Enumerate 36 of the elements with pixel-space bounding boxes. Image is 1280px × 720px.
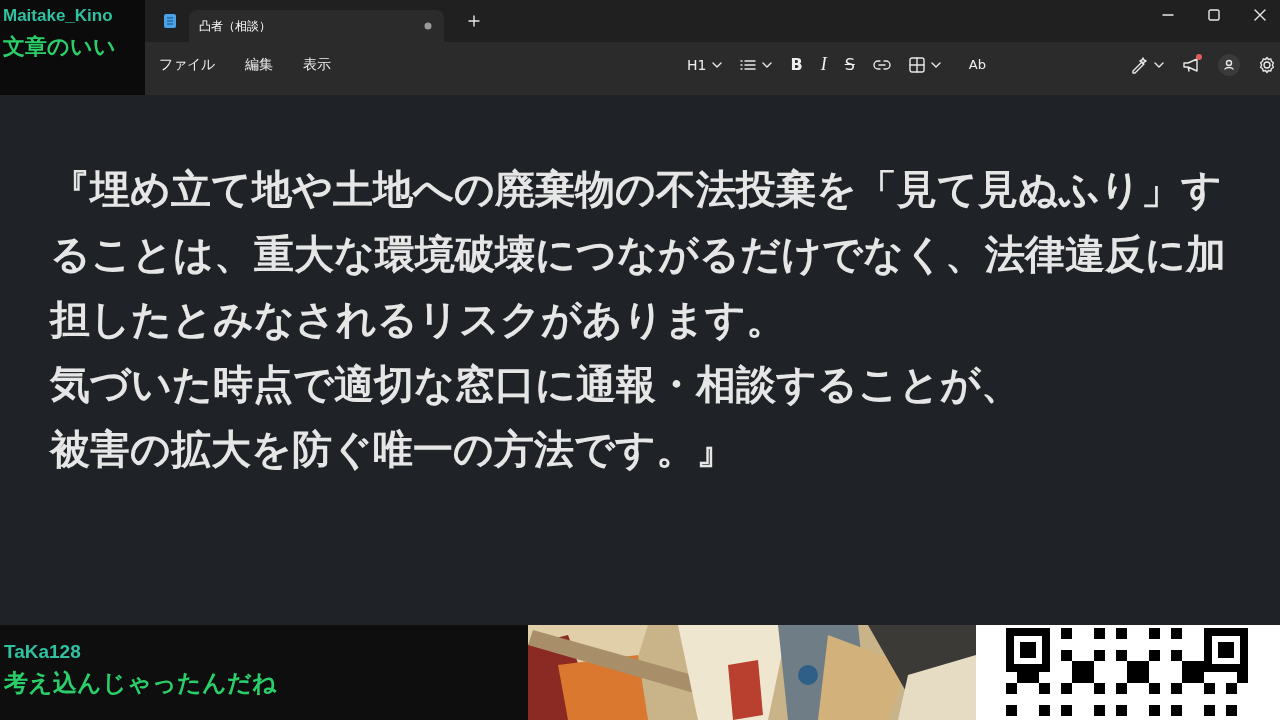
menu-item[interactable]: 編集: [245, 55, 273, 74]
avatar-icon[interactable]: [1218, 53, 1240, 76]
copilot-dropdown[interactable]: [1130, 55, 1164, 74]
caret-icon: [1154, 61, 1164, 68]
pen-sparkle-icon: [1130, 55, 1148, 74]
tab-title: 凸者（相談）: [199, 17, 271, 35]
heading-dropdown[interactable]: H1: [687, 56, 723, 73]
link-icon[interactable]: [872, 58, 891, 71]
close-icon[interactable]: [1254, 9, 1266, 21]
caret-icon: [762, 61, 773, 68]
table-dropdown[interactable]: [908, 56, 941, 73]
settings-icon[interactable]: [1258, 55, 1276, 74]
document-text: 被害の拡大を防ぐ唯一の方法です。』: [50, 425, 737, 474]
editor-area[interactable]: 『埋め立て地や土地への廃棄物の不法投棄を「見て見ぬふり」することは、重大な環境破壊につながるだけでなく、法律違反に加担したとみなされるリスクがあります。 気づいた時点で適切な窓口に通報・相談することが、 被害の拡大を防ぐ唯一の方法です。』: [0, 95, 1280, 625]
document-tab[interactable]: 凸者（相談）: [189, 10, 444, 42]
strikethrough-button[interactable]: S: [844, 55, 855, 74]
caret-icon: [930, 61, 941, 68]
menu-item[interactable]: ファイル: [159, 55, 215, 74]
document-text: 『埋め立て地や土地への廃棄物の不法投棄を「見て見ぬふり」することは、重大な環境破壊につながるだけでなく、法律違反に加担したとみなされるリスクがあります。: [50, 165, 1227, 344]
document-text: 気づいた時点で適切な窓口に通報・相談することが、: [50, 360, 1022, 409]
chat-message: 考え込んじゃったんだね: [4, 668, 278, 699]
caret-icon: [712, 61, 723, 68]
chat-username: TaKa128: [4, 641, 82, 663]
list-icon: [740, 58, 757, 71]
table-icon: [908, 56, 925, 73]
bold-button[interactable]: B: [790, 55, 803, 74]
italic-button[interactable]: I: [820, 54, 827, 75]
chat-message: 文章のいい: [3, 33, 117, 61]
megaphone-icon[interactable]: [1182, 56, 1200, 73]
list-dropdown[interactable]: [740, 58, 773, 71]
spellcheck-button[interactable]: Ab: [968, 57, 986, 72]
menu-item[interactable]: 表示: [303, 55, 331, 74]
add-tab-icon[interactable]: [468, 15, 480, 27]
maximize-icon[interactable]: [1208, 9, 1220, 21]
chat-username: Maitake_Kino: [3, 6, 114, 26]
notepad-icon[interactable]: [163, 13, 177, 29]
